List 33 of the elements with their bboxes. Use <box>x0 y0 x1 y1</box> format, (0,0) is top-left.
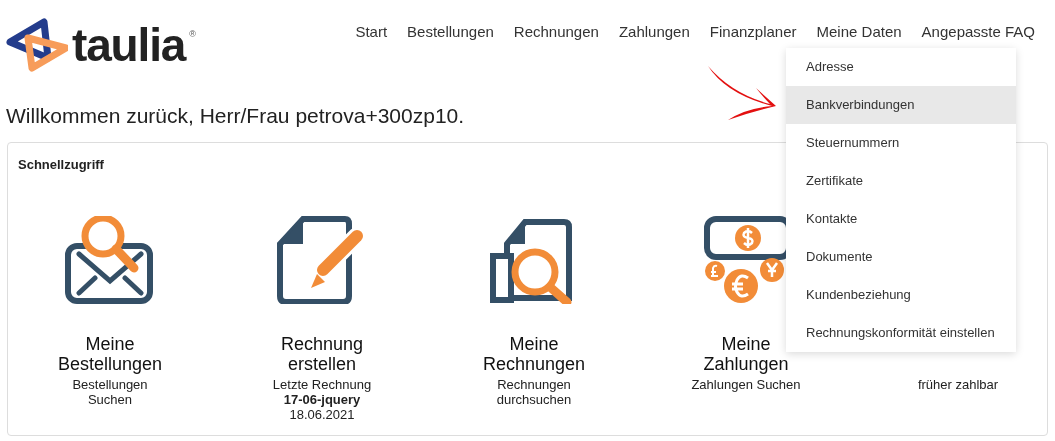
menu-item[interactable]: Adresse <box>786 48 1016 86</box>
taulia-logo[interactable]: taulia® <box>6 18 196 72</box>
tile-detail: Rechnungen <box>497 377 571 392</box>
menu-item[interactable]: Kundenbeziehung <box>786 276 1016 314</box>
nav-link[interactable]: Meine Daten <box>816 21 902 44</box>
nav-link[interactable]: Start <box>355 21 388 44</box>
tile-detail: früher zahlbar <box>917 377 999 392</box>
tile-detail: 18.06.2021 <box>289 407 355 422</box>
menu-item[interactable]: Rechnungskonformität einstellen <box>786 314 1016 352</box>
tile-detail: durchsuchen <box>496 392 572 407</box>
tile-title[interactable]: Rechnung erstellen <box>280 334 364 374</box>
tile-detail: Letzte Rechnung <box>272 377 372 392</box>
welcome-heading: Willkommen zurück, Herr/Frau petrova+300zp10. <box>6 103 465 129</box>
nav-link[interactable]: Bestellungen <box>407 21 494 44</box>
menu-item[interactable]: Bankverbindungen <box>786 86 1016 124</box>
nav-link[interactable]: Angepasste FAQ <box>921 21 1035 44</box>
tile-detail: Zahlungen Suchen <box>691 377 801 392</box>
logo-icon <box>6 18 68 72</box>
tile-detail: 17-06-jquery <box>283 392 361 407</box>
tile-detail: Bestellungen <box>72 377 148 392</box>
menu-item[interactable]: Zertifikate <box>786 162 1016 200</box>
nav-link[interactable]: Finanzplaner <box>709 21 797 44</box>
nav-link[interactable]: Rechnungen <box>513 21 599 44</box>
tile-title[interactable]: Meine Bestellungen <box>57 334 163 374</box>
menu-item[interactable]: Steuernummern <box>786 124 1016 162</box>
tile-detail: Suchen <box>87 392 133 407</box>
envelope-search-icon <box>65 216 155 304</box>
tile-title[interactable]: Meine Zahlungen <box>703 334 789 374</box>
nav-link[interactable]: Zahlungen <box>618 21 690 44</box>
tile-title[interactable]: Meine Rechnungen <box>482 334 586 374</box>
card-title: Schnellzugriff <box>18 155 104 174</box>
menu-item[interactable]: Dokumente <box>786 238 1016 276</box>
menu-item[interactable]: Kontakte <box>786 200 1016 238</box>
